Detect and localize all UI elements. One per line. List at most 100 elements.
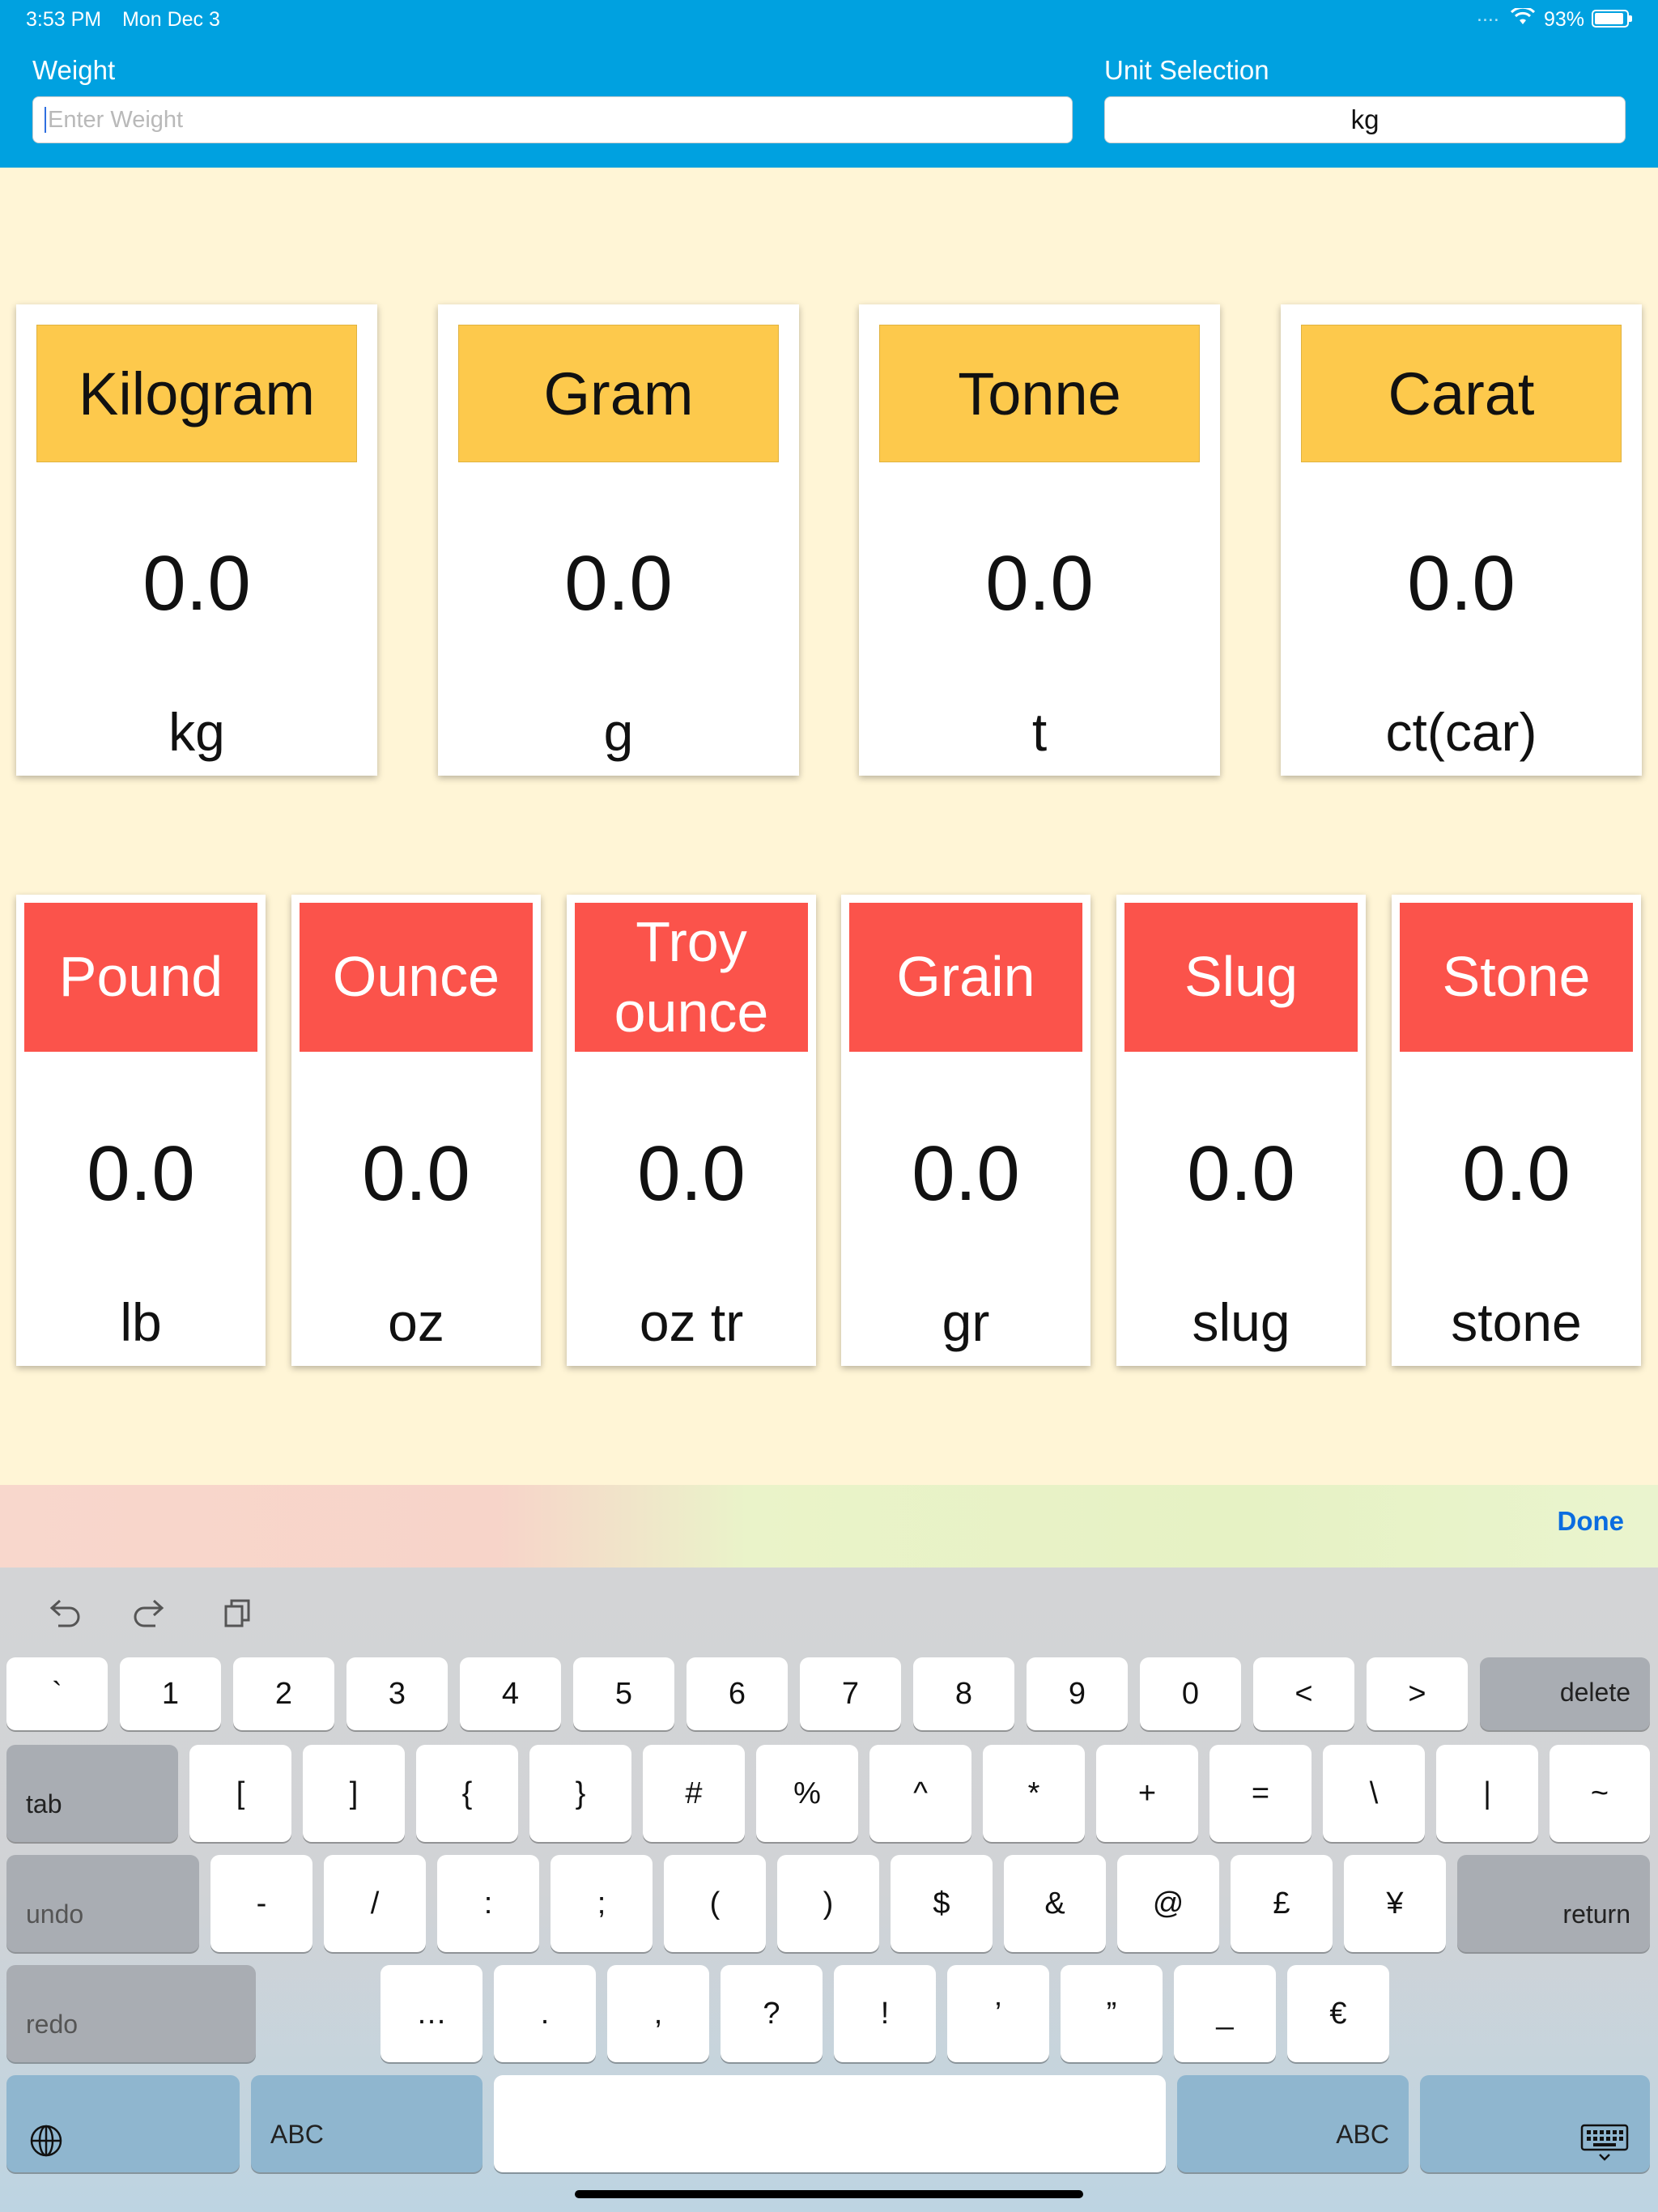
key-hash[interactable]: # (643, 1745, 745, 1842)
card-title: Carat (1301, 325, 1622, 462)
card-unit: lb (120, 1292, 162, 1352)
card-unit: gr (942, 1292, 990, 1352)
card-value: 0.0 (87, 1130, 195, 1217)
key-at[interactable]: @ (1117, 1855, 1219, 1952)
tab-key[interactable]: tab (6, 1745, 178, 1842)
card-value: 0.0 (1187, 1130, 1295, 1217)
card-unit: slug (1192, 1292, 1290, 1352)
key-less-than[interactable]: < (1253, 1657, 1354, 1730)
key-quote[interactable]: ” (1061, 1965, 1163, 2062)
key-apostrophe[interactable]: ’ (947, 1965, 1049, 2062)
key-right-bracket[interactable]: ] (303, 1745, 405, 1842)
card-stone: Stone 0.0 stone (1392, 895, 1641, 1366)
text-caret (45, 107, 46, 133)
redo-key[interactable]: redo (6, 1965, 256, 2062)
key-plus[interactable]: + (1096, 1745, 1198, 1842)
key-semicolon[interactable]: ; (551, 1855, 653, 1952)
key-period[interactable]: . (494, 1965, 596, 2062)
key-right-brace[interactable]: } (529, 1745, 631, 1842)
key-4[interactable]: 4 (460, 1657, 561, 1730)
key-question[interactable]: ? (721, 1965, 823, 2062)
unit-selection-field[interactable]: kg (1104, 96, 1626, 143)
weight-input[interactable]: Enter Weight (32, 96, 1073, 143)
key-pound-sign[interactable]: £ (1231, 1855, 1333, 1952)
status-time: 3:53 PM (26, 8, 102, 31)
key-yen[interactable]: ¥ (1344, 1855, 1446, 1952)
card-unit: ct(car) (1385, 702, 1537, 762)
keyboard-dismiss-icon (1580, 2124, 1629, 2161)
card-unit: oz tr (639, 1292, 744, 1352)
key-greater-than[interactable]: > (1367, 1657, 1468, 1730)
space-bar[interactable] (494, 2075, 1166, 2172)
key-2[interactable]: 2 (233, 1657, 334, 1730)
globe-icon (30, 2125, 62, 2157)
key-ampersand[interactable]: & (1004, 1855, 1106, 1952)
key-left-bracket[interactable]: [ (189, 1745, 291, 1842)
card-slug: Slug 0.0 slug (1116, 895, 1366, 1366)
key-backtick[interactable]: ` (6, 1657, 108, 1730)
key-euro[interactable]: € (1287, 1965, 1389, 2062)
key-right-paren[interactable]: ) (777, 1855, 879, 1952)
card-tonne: Tonne 0.0 t (859, 304, 1220, 776)
return-key[interactable]: return (1457, 1855, 1650, 1952)
card-value: 0.0 (912, 1130, 1020, 1217)
weight-label: Weight (32, 55, 116, 85)
key-asterisk[interactable]: * (983, 1745, 1085, 1842)
key-6[interactable]: 6 (687, 1657, 788, 1730)
key-dollar[interactable]: $ (891, 1855, 993, 1952)
battery-fill (1595, 13, 1624, 24)
card-grain: Grain 0.0 gr (841, 895, 1090, 1366)
card-title: Tonne (879, 325, 1200, 462)
card-unit: g (603, 702, 634, 762)
key-comma[interactable]: , (607, 1965, 709, 2062)
card-title: Stone (1400, 903, 1633, 1052)
key-tilde[interactable]: ~ (1550, 1745, 1650, 1842)
status-date: Mon Dec 3 (122, 8, 220, 31)
key-5[interactable]: 5 (573, 1657, 674, 1730)
key-pipe[interactable]: | (1436, 1745, 1538, 1842)
key-8[interactable]: 8 (913, 1657, 1014, 1730)
key-backslash[interactable]: \ (1323, 1745, 1425, 1842)
key-equals[interactable]: = (1209, 1745, 1312, 1842)
done-button[interactable]: Done (1558, 1506, 1625, 1537)
card-unit: t (1031, 702, 1048, 762)
key-1[interactable]: 1 (120, 1657, 221, 1730)
card-unit: stone (1451, 1292, 1582, 1352)
undo-icon[interactable] (45, 1597, 83, 1629)
battery-tip (1629, 15, 1632, 22)
delete-key[interactable]: delete (1480, 1657, 1650, 1730)
card-title: Troy ounce (575, 903, 808, 1052)
card-ounce: Ounce 0.0 oz (291, 895, 541, 1366)
dismiss-keyboard-key[interactable] (1420, 2075, 1650, 2172)
clipboard-icon[interactable] (222, 1597, 254, 1629)
card-gram: Gram 0.0 g (438, 304, 799, 776)
key-left-paren[interactable]: ( (664, 1855, 766, 1952)
card-title: Ounce (300, 903, 533, 1052)
key-caret[interactable]: ^ (869, 1745, 971, 1842)
key-0[interactable]: 0 (1140, 1657, 1241, 1730)
abc-key-left[interactable]: ABC (251, 2075, 483, 2172)
key-colon[interactable]: : (437, 1855, 539, 1952)
key-hyphen[interactable]: - (210, 1855, 312, 1952)
card-value: 0.0 (637, 1130, 746, 1217)
abc-key-right[interactable]: ABC (1177, 2075, 1409, 2172)
card-unit: kg (168, 702, 225, 762)
card-troy-ounce: Troy ounce 0.0 oz tr (567, 895, 816, 1366)
key-exclamation[interactable]: ! (834, 1965, 936, 2062)
card-title: Slug (1124, 903, 1358, 1052)
card-value: 0.0 (564, 540, 673, 627)
globe-key[interactable] (6, 2075, 240, 2172)
key-left-brace[interactable]: { (416, 1745, 518, 1842)
key-3[interactable]: 3 (346, 1657, 448, 1730)
key-7[interactable]: 7 (800, 1657, 901, 1730)
card-value: 0.0 (142, 540, 251, 627)
redo-icon[interactable] (131, 1597, 168, 1629)
card-unit: oz (388, 1292, 444, 1352)
key-percent[interactable]: % (756, 1745, 858, 1842)
undo-key[interactable]: undo (6, 1855, 199, 1952)
key-underscore[interactable]: _ (1174, 1965, 1276, 2062)
key-ellipsis[interactable]: … (380, 1965, 483, 2062)
key-9[interactable]: 9 (1027, 1657, 1128, 1730)
card-value: 0.0 (1407, 540, 1516, 627)
key-slash[interactable]: / (324, 1855, 426, 1952)
